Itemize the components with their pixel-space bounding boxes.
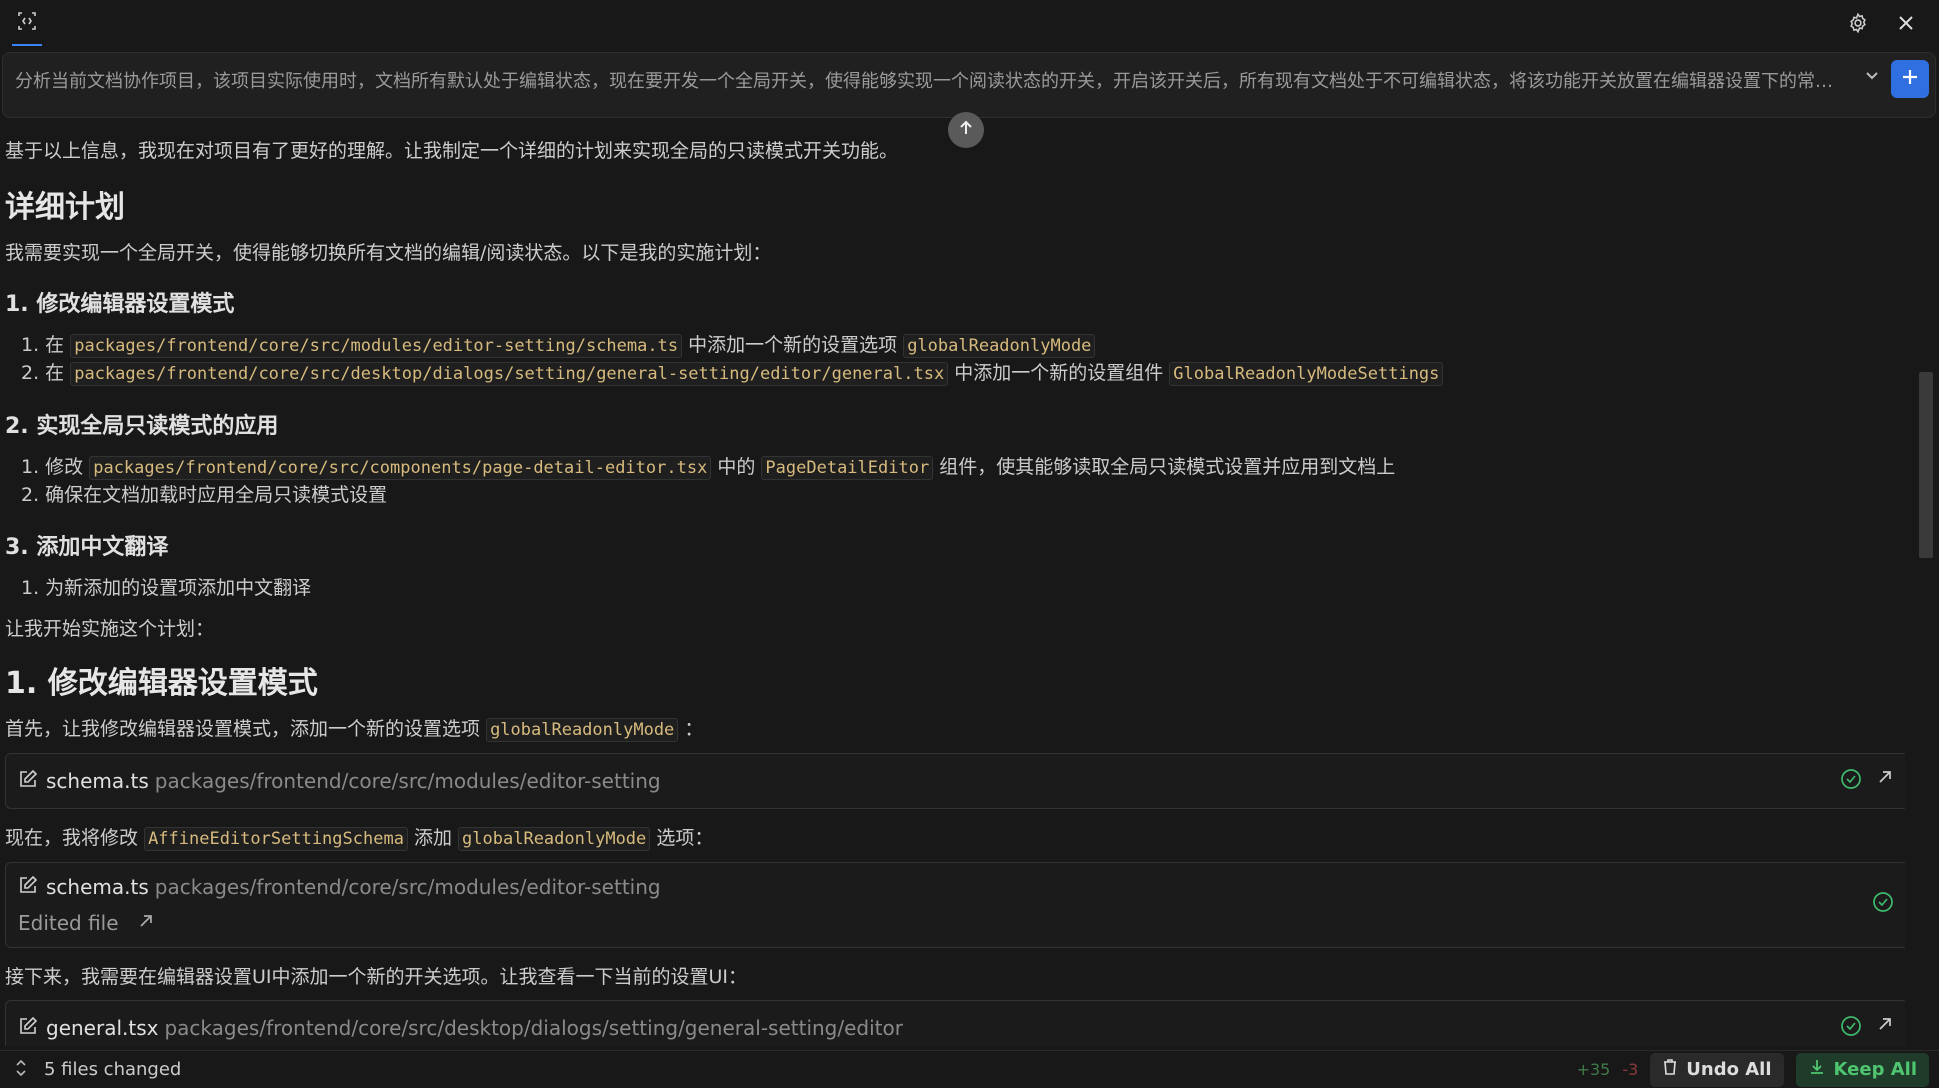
paragraph-text: 现在，我将修改 <box>5 827 139 849</box>
list-item: 1. 修改 packages/frontend/core/src/compone… <box>21 454 1905 482</box>
edit-file-icon <box>18 875 38 899</box>
identifier-code: AffineEditorSettingSchema <box>144 827 408 851</box>
edit-file-icon <box>18 769 38 793</box>
list-item: 2. 在 packages/frontend/core/src/desktop/… <box>21 360 1905 388</box>
query-text[interactable]: 分析当前文档协作项目，该项目实际使用时，文档所有默认处于编辑状态，现在要开发一个… <box>3 53 1855 107</box>
list-item: 1. 在 packages/frontend/core/src/modules/… <box>21 332 1905 360</box>
file-path: packages/frontend/core/src/modules/edito… <box>154 769 661 793</box>
top-bar <box>0 0 1939 46</box>
chat-tab[interactable] <box>12 0 42 46</box>
chat-content: 基于以上信息，我现在对项目有了更好的理解。让我制定一个详细的计划来实现全局的只读… <box>5 126 1905 1046</box>
scrollbar[interactable] <box>1919 116 1933 1036</box>
plus-icon <box>1901 68 1919 90</box>
active-tab-indicator <box>12 44 42 46</box>
start-text: 让我开始实施这个计划： <box>5 618 215 640</box>
next-step-text: 接下来，我需要在编辑器设置UI中添加一个新的开关选项。让我查看一下当前的设置UI… <box>5 966 748 988</box>
arrow-up-icon <box>957 119 975 141</box>
list-item-text: 中添加一个新的设置选项 <box>688 334 898 356</box>
files-changed-label[interactable]: 5 files changed <box>44 1059 181 1080</box>
scroll-to-top-button[interactable] <box>948 112 984 148</box>
undo-all-button[interactable]: Undo All <box>1650 1052 1784 1087</box>
keep-all-button[interactable]: Keep All <box>1795 1052 1929 1087</box>
section-3-list: 1. 为新添加的设置项添加中文翻译 <box>5 575 1905 602</box>
list-item-text: 中的 <box>717 456 756 478</box>
section-1-heading: 1. 修改编辑器设置模式 <box>5 292 235 317</box>
plan-heading: 详细计划 <box>5 190 125 225</box>
trash-icon <box>1662 1058 1678 1081</box>
file-path: packages/frontend/core/src/modules/edito… <box>154 875 661 899</box>
file-path-code: packages/frontend/core/src/desktop/dialo… <box>70 362 949 386</box>
identifier-code: globalReadonlyMode <box>903 334 1096 358</box>
list-item: 1. 为新添加的设置项添加中文翻译 <box>21 577 312 599</box>
list-item-text: 组件，使其能够读取全局只读模式设置并应用到文档上 <box>939 456 1396 478</box>
lines-removed: -3 <box>1622 1060 1639 1079</box>
code-selection-icon <box>16 10 38 36</box>
new-chat-button[interactable] <box>1891 60 1929 98</box>
list-item-text: 1. 修改 <box>21 456 84 478</box>
list-item-text: 1. 在 <box>21 334 65 356</box>
lines-added: +35 <box>1576 1060 1611 1079</box>
file-name[interactable]: general.tsx <box>46 1016 158 1040</box>
list-item: 2. 确保在文档加载时应用全局只读模式设置 <box>21 484 388 506</box>
file-path-code: packages/frontend/core/src/modules/edito… <box>70 334 683 358</box>
download-icon <box>1808 1058 1826 1081</box>
paragraph-text: ： <box>684 718 704 740</box>
file-path: packages/frontend/core/src/desktop/dialo… <box>164 1016 903 1040</box>
open-external-icon[interactable] <box>1876 1015 1894 1041</box>
identifier-code: globalReadonlyMode <box>486 718 679 742</box>
open-external-icon[interactable] <box>1876 768 1894 794</box>
keep-all-label: Keep All <box>1833 1059 1917 1080</box>
paragraph-text: 选项： <box>656 827 714 849</box>
edit-file-icon <box>18 1016 38 1040</box>
file-name[interactable]: schema.ts <box>46 875 149 899</box>
close-icon[interactable] <box>1893 10 1919 36</box>
section-2-heading: 2. 实现全局只读模式的应用 <box>5 414 279 439</box>
open-external-icon[interactable] <box>137 911 155 935</box>
bottom-bar: 5 files changed +35 -3 Undo All Keep All <box>0 1050 1939 1088</box>
expand-collapse-icon[interactable] <box>14 1059 28 1081</box>
check-circle-icon <box>1872 891 1894 917</box>
scrollbar-thumb[interactable] <box>1919 372 1933 558</box>
file-path-code: packages/frontend/core/src/components/pa… <box>89 456 712 480</box>
query-bar[interactable]: 分析当前文档协作项目，该项目实际使用时，文档所有默认处于编辑状态，现在要开发一个… <box>2 52 1936 118</box>
file-card[interactable]: schema.ts packages/frontend/core/src/mod… <box>5 753 1905 809</box>
undo-all-label: Undo All <box>1686 1059 1772 1080</box>
check-circle-icon <box>1840 1015 1862 1041</box>
plan-description: 我需要实现一个全局开关，使得能够切换所有文档的编辑/阅读状态。以下是我的实施计划… <box>5 242 772 264</box>
file-card[interactable]: schema.ts packages/frontend/core/src/mod… <box>5 862 1905 948</box>
modify-schema-text: 现在，我将修改 AffineEditorSettingSchema 添加 glo… <box>5 825 1905 852</box>
identifier-code: globalReadonlyMode <box>458 827 651 851</box>
list-item-text: 中添加一个新的设置组件 <box>954 362 1164 384</box>
list-item-text: 2. 在 <box>21 362 65 384</box>
gear-icon[interactable] <box>1845 10 1871 36</box>
identifier-code: GlobalReadonlyModeSettings <box>1169 362 1444 386</box>
section-1-list: 1. 在 packages/frontend/core/src/modules/… <box>5 332 1905 388</box>
chevron-down-icon[interactable] <box>1855 53 1889 97</box>
step-1-heading: 1. 修改编辑器设置模式 <box>5 666 318 701</box>
edited-file-status: Edited file <box>18 911 119 935</box>
file-card[interactable]: general.tsx packages/frontend/core/src/d… <box>5 1000 1905 1046</box>
paragraph-text: 首先，让我修改编辑器设置模式，添加一个新的设置选项 <box>5 718 481 740</box>
section-3-heading: 3. 添加中文翻译 <box>5 535 169 560</box>
first-step-text: 首先，让我修改编辑器设置模式，添加一个新的设置选项 globalReadonly… <box>5 716 1905 743</box>
identifier-code: PageDetailEditor <box>761 456 934 480</box>
file-name[interactable]: schema.ts <box>46 769 149 793</box>
check-circle-icon <box>1840 768 1862 794</box>
paragraph-text: 添加 <box>413 827 452 849</box>
section-2-list: 1. 修改 packages/frontend/core/src/compone… <box>5 454 1905 509</box>
